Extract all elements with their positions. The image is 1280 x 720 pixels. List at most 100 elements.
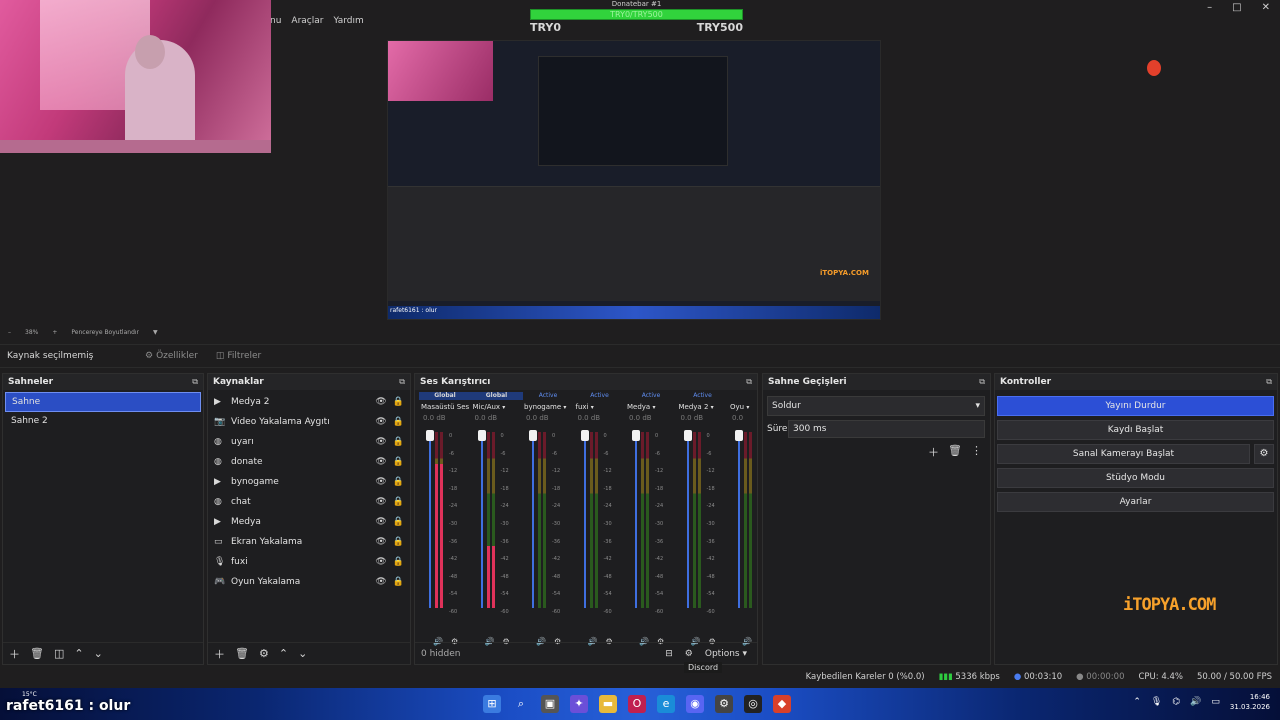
minimize-button[interactable]: – [1207,2,1212,13]
eye-icon[interactable]: 👁 [375,557,386,567]
scene-item[interactable]: Sahne [5,392,201,412]
volume-fader[interactable] [480,432,483,608]
eye-icon[interactable]: 👁 [375,457,386,467]
volume-fader[interactable] [635,432,637,608]
battery-icon[interactable]: ▭ [1211,697,1220,707]
lock-icon[interactable]: 🔒 [393,477,404,487]
start-recording-button[interactable]: Kaydı Başlat [997,420,1274,440]
lock-icon[interactable]: 🔒 [393,397,404,407]
menu-item-help[interactable]: Yardım [333,16,363,26]
clock[interactable]: 16:46 31.03.2026 [1230,692,1270,712]
source-item[interactable]: 📷 Video Yakalama Aygıtı 👁 🔒 [208,412,410,432]
eye-icon[interactable]: 👁 [375,417,386,427]
channel-name[interactable]: Medya 2 ▾ [677,400,729,414]
gear-icon[interactable]: ⚙ [259,647,269,660]
properties-button[interactable]: ⚙ Özellikler [145,351,198,361]
opera-icon[interactable]: O [628,695,646,713]
channel-name[interactable]: Medya ▾ [625,400,677,414]
settings-button[interactable]: Ayarlar [997,492,1274,512]
channel-name[interactable]: fuxi ▾ [574,400,626,414]
fader-knob[interactable] [735,430,743,441]
channel-name[interactable]: Oyu ▾ [728,400,757,414]
add-icon[interactable]: ＋ [928,444,939,460]
fader-knob[interactable] [477,430,486,441]
lock-icon[interactable]: 🔒 [393,437,404,447]
volume-fader[interactable] [429,432,431,608]
volume-icon[interactable]: 🔊 [1190,697,1201,707]
lock-icon[interactable]: 🔒 [393,517,404,527]
maximize-button[interactable]: □ [1232,2,1241,13]
obs-icon[interactable]: ◎ [744,695,762,713]
zoom-in-button[interactable]: + [52,329,57,336]
lock-icon[interactable]: 🔒 [393,497,404,507]
eye-icon[interactable]: 👁 [375,517,386,527]
program-preview[interactable]: iTOPYA.COM rafet6161 : olur [387,40,881,320]
chevron-down-icon[interactable]: ⌄ [298,647,307,660]
windows-start-icon[interactable]: ⊞ [483,695,501,713]
source-item[interactable]: ◍ chat 👁 🔒 [208,492,410,512]
transition-select[interactable]: Soldur ▾ [767,396,985,416]
fader-knob[interactable] [580,430,589,441]
eye-icon[interactable]: 👁 [375,437,386,447]
fit-to-window[interactable]: Pencereye Boyutlandır [71,329,139,336]
source-item[interactable]: ▶ Medya 2 👁 🔒 [208,392,410,412]
copilot-icon[interactable]: ✦ [570,695,588,713]
edge-icon[interactable]: e [657,695,675,713]
source-item[interactable]: ▶ Medya 👁 🔒 [208,512,410,532]
filters-button[interactable]: ◫ Filtreler [216,351,261,361]
channel-name[interactable]: Masaüstü Ses ▾ [419,400,471,414]
add-icon[interactable]: ＋ [9,646,20,662]
file-explorer-icon[interactable]: ▬ [599,695,617,713]
stop-stream-button[interactable]: Yayını Durdur [997,396,1274,416]
close-button[interactable]: ✕ [1262,2,1270,13]
chevron-down-icon[interactable]: ▼ [153,329,158,336]
menu-item-partial[interactable]: nu [270,16,281,26]
advanced-audio-icon[interactable]: ⚙ [685,649,693,659]
lock-icon[interactable]: 🔒 [393,557,404,567]
lock-icon[interactable]: 🔒 [393,537,404,547]
search-icon[interactable]: ⌕ [512,695,530,713]
source-item[interactable]: 🎮 Oyun Yakalama 👁 🔒 [208,572,410,592]
eye-icon[interactable]: 👁 [375,497,386,507]
eye-icon[interactable]: 👁 [375,477,386,487]
duration-input[interactable]: 300 ms [788,420,985,438]
chevron-up-icon[interactable]: ⌃ [1133,697,1141,707]
settings-app-icon[interactable]: ⚙ [715,695,733,713]
volume-fader[interactable] [686,432,689,608]
eye-icon[interactable]: 👁 [375,577,386,587]
source-item[interactable]: 🎙 fuxi 👁 🔒 [208,552,410,572]
game-app-icon[interactable]: ◆ [773,695,791,713]
lock-icon[interactable]: 🔒 [393,457,404,467]
channel-name[interactable]: bynogame ▾ [522,400,574,414]
microphone-icon[interactable]: 🎙 [1151,697,1162,707]
scene-item[interactable]: Sahne 2 [5,412,201,432]
undock-icon[interactable]: ⧉ [979,377,985,387]
trash-icon[interactable]: 🗑 [948,444,962,460]
network-icon[interactable]: ⌬ [1172,697,1180,707]
menu-item-tools[interactable]: Araçlar [291,16,323,26]
gear-icon[interactable]: ⚙ [1254,444,1274,464]
fader-knob[interactable] [426,430,434,441]
fader-knob[interactable] [683,430,692,441]
undock-icon[interactable]: ⧉ [399,377,405,387]
volume-fader[interactable] [738,432,740,608]
volume-fader[interactable] [532,432,534,608]
fader-knob[interactable] [632,430,640,441]
studio-mode-button[interactable]: Stüdyo Modu [997,468,1274,488]
source-item[interactable]: ▭ Ekran Yakalama 👁 🔒 [208,532,410,552]
eye-icon[interactable]: 👁 [375,537,386,547]
layout-icon[interactable]: ⊟ [665,649,673,659]
more-icon[interactable]: ⋮ [971,444,982,460]
zoom-out-button[interactable]: – [8,329,11,336]
filter-icon[interactable]: ◫ [54,647,64,660]
discord-icon[interactable]: ◉ [686,695,704,713]
lock-icon[interactable]: 🔒 [393,417,404,427]
chevron-up-icon[interactable]: ⌃ [279,647,288,660]
chevron-down-icon[interactable]: ⌄ [94,647,103,660]
hidden-count[interactable]: 0 hidden [421,649,460,659]
undock-icon[interactable]: ⧉ [1266,377,1272,387]
lock-icon[interactable]: 🔒 [393,577,404,587]
channel-name[interactable]: Mic/Aux ▾ [471,400,523,414]
source-item[interactable]: ▶ bynogame 👁 🔒 [208,472,410,492]
chevron-up-icon[interactable]: ⌃ [74,647,83,660]
